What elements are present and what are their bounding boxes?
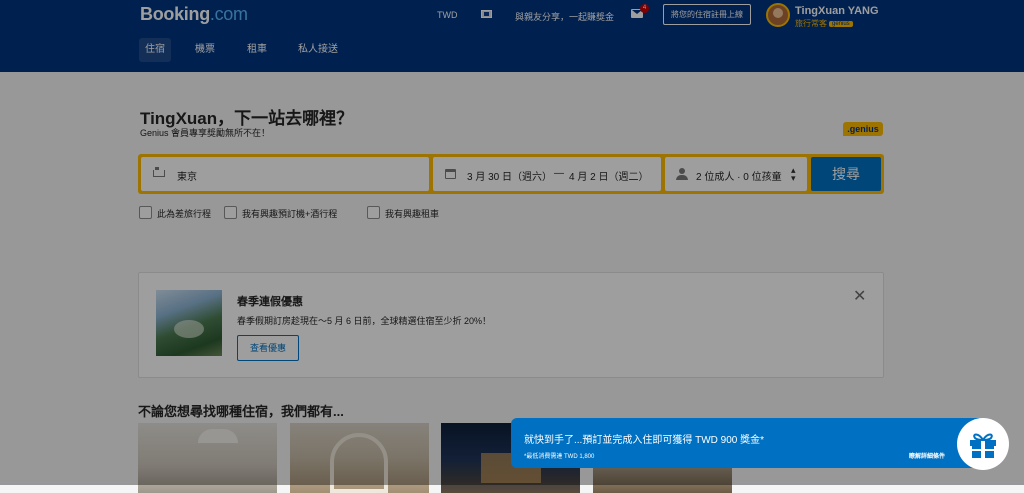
reward-notification[interactable]: 就快到手了...預訂並完成入住即可獲得 TWD 900 獎金* *最低消費需達 … [511, 418, 979, 468]
property-types-heading: 不論您想尋找哪種住宿，我們都有... [138, 404, 344, 419]
booking-logo[interactable]: Booking.com [140, 4, 248, 25]
nav-tab-airport-taxi[interactable]: 私人接送 [292, 38, 344, 62]
person-icon [676, 168, 688, 180]
genius-tag: .genius [843, 122, 883, 136]
logo-dot: .com [209, 4, 248, 24]
user-name[interactable]: TingXuan YANG [795, 5, 879, 17]
gift-icon [970, 433, 996, 458]
checkin-date[interactable]: 3 月 30 日（週六） [467, 168, 552, 183]
chevron-updown-icon: ▴ ▾ [791, 165, 796, 183]
user-avatar[interactable] [766, 3, 790, 27]
promo-image [156, 290, 222, 356]
language-flag-icon[interactable] [481, 10, 492, 18]
user-level-label: 旅行常客 [795, 19, 827, 28]
refer-friends-link[interactable]: 與親友分享，一起賺獎金 [515, 10, 614, 23]
date-picker[interactable]: 3 月 30 日（週六） — 4 月 2 日（週二） [433, 157, 661, 191]
destination-input[interactable]: 東京 [141, 157, 429, 191]
destination-value: 東京 [177, 172, 197, 183]
view-deals-button[interactable]: 查看優惠 [237, 335, 299, 361]
flight-hotel-checkbox[interactable] [224, 206, 237, 219]
search-button[interactable]: 搜尋 [811, 157, 881, 191]
nav-tab-car-rental[interactable]: 租車 [241, 38, 273, 62]
notification-message: 就快到手了...預訂並完成入住即可獲得 TWD 900 獎金* [524, 435, 765, 446]
date-separator: — [554, 168, 564, 179]
notification-footnote: *最低消費需達 TWD 1,800 [524, 454, 595, 460]
business-trip-checkbox[interactable] [139, 206, 152, 219]
property-type-image[interactable] [290, 423, 429, 493]
checkout-date[interactable]: 4 月 2 日（週二） [569, 168, 648, 183]
page-subtitle: Genius 會員專享獎勵無所不在！ [140, 128, 271, 138]
user-level: 旅行常客 genius [795, 18, 853, 29]
nav-tab-flights[interactable]: 機票 [189, 38, 221, 62]
top-header: Booking.com TWD 與親友分享，一起賺獎金 4 將您的住宿註冊上線 … [0, 0, 1024, 72]
currency-selector[interactable]: TWD [437, 10, 458, 20]
calendar-icon [445, 169, 456, 179]
close-icon[interactable]: ✕ [853, 289, 866, 305]
property-type-image[interactable] [138, 423, 277, 493]
bed-icon [153, 167, 165, 177]
user-genius-badge: genius [829, 21, 853, 27]
notification-terms-link[interactable]: 瞭解詳細條件 [909, 451, 945, 460]
list-property-button[interactable]: 將您的住宿註冊上線 [663, 4, 751, 25]
guests-value: 2 位成人 · 0 位孩童 [696, 172, 782, 183]
gift-button[interactable] [957, 418, 1009, 470]
promo-card: 春季連假優惠 春季假期訂房趁現在～5 月 6 日前，全球精選住宿至少折 20%！… [138, 272, 884, 378]
promo-title: 春季連假優惠 [237, 296, 303, 308]
car-rental-label[interactable]: 我有興趣租車 [385, 207, 439, 220]
business-trip-label[interactable]: 此為差旅行程 [157, 207, 211, 220]
guests-selector[interactable]: 2 位成人 · 0 位孩童 ▴ ▾ [665, 157, 807, 191]
car-rental-checkbox[interactable] [367, 206, 380, 219]
nav-tab-stays[interactable]: 住宿 [139, 38, 171, 62]
inbox-count-badge: 4 [640, 4, 649, 13]
flight-hotel-label[interactable]: 我有興趣預訂機+酒行程 [242, 207, 337, 220]
promo-description: 春季假期訂房趁現在～5 月 6 日前，全球精選住宿至少折 20%！ [237, 316, 492, 326]
search-bar: 東京 3 月 30 日（週六） — 4 月 2 日（週二） 2 位成人 · 0 … [138, 154, 884, 194]
logo-main: Booking [140, 4, 210, 24]
